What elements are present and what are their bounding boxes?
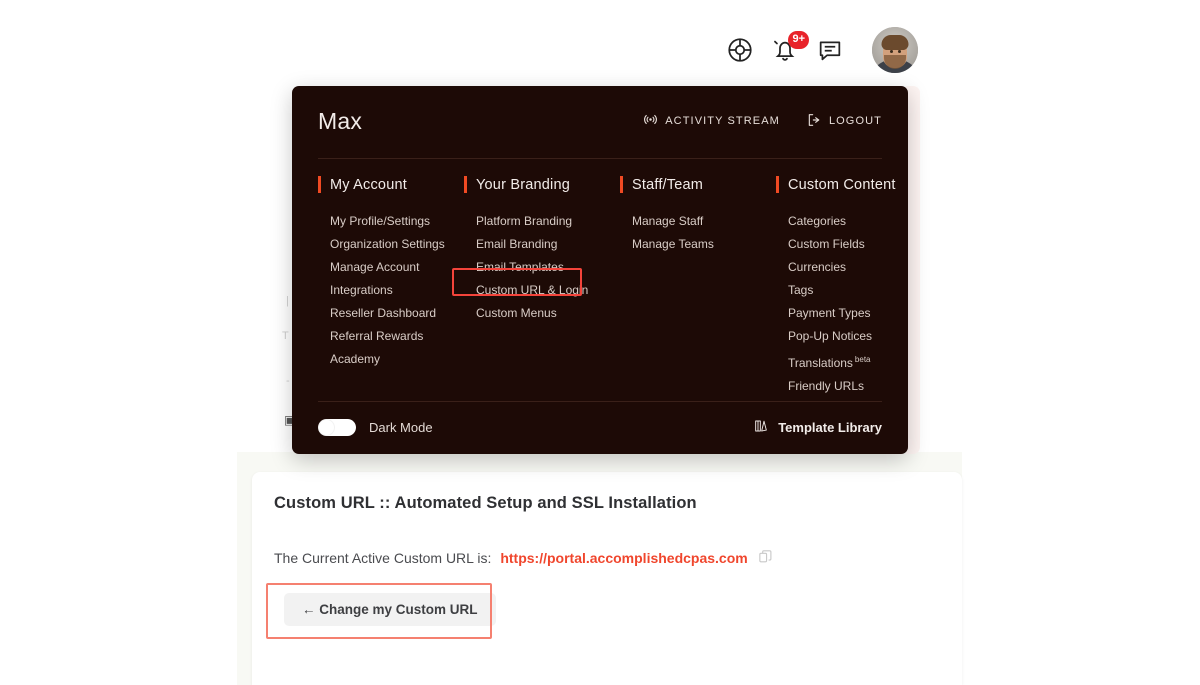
panel-header: Max ACTIVITY STREAM LOGOUT (292, 86, 908, 134)
menu-item-currencies[interactable]: Currencies (788, 256, 922, 279)
custom-url-card: Custom URL :: Automated Setup and SSL In… (252, 472, 962, 685)
activity-stream-label: ACTIVITY STREAM (665, 115, 780, 127)
background-fragment: - (286, 375, 290, 387)
dark-mode-toggle[interactable]: Dark Mode (318, 418, 433, 436)
menu-item-manage-staff[interactable]: Manage Staff (632, 210, 776, 233)
switch-knob (319, 419, 334, 435)
menu-item-reseller-dashboard[interactable]: Reseller Dashboard (330, 302, 464, 325)
accent-bar (318, 176, 321, 193)
user-avatar[interactable] (872, 27, 918, 73)
page-title: Custom URL :: Automated Setup and SSL In… (274, 494, 697, 512)
menu-item-my-profile-settings[interactable]: My Profile/Settings (330, 210, 464, 233)
menu-item-tags[interactable]: Tags (788, 279, 922, 302)
broadcast-icon (643, 112, 658, 130)
menu-item-pop-up-notices[interactable]: Pop-Up Notices (788, 325, 922, 348)
menu-item-translations[interactable]: Translations beta (788, 348, 922, 375)
panel-columns: My Account My Profile/Settings Organizat… (318, 176, 895, 398)
dark-mode-switch[interactable] (318, 418, 356, 436)
panel-footer: Dark Mode Template Library (318, 412, 882, 442)
menu-item-referral-rewards[interactable]: Referral Rewards (330, 325, 464, 348)
notification-count-badge: 9+ (788, 31, 809, 49)
dark-mode-label: Dark Mode (369, 419, 433, 435)
activity-stream-button[interactable]: ACTIVITY STREAM (643, 112, 780, 130)
menu-item-email-branding[interactable]: Email Branding (476, 233, 620, 256)
global-header-actions: 9+ (726, 27, 918, 73)
column-title: Custom Content (788, 176, 896, 193)
column-header: My Account (318, 176, 464, 193)
menu-column-your-branding: Your Branding Platform Branding Email Br… (464, 176, 620, 398)
menu-item-email-templates[interactable]: Email Templates (476, 256, 620, 279)
menu-list: Categories Custom Fields Currencies Tags… (776, 210, 922, 398)
menu-list: My Profile/Settings Organization Setting… (318, 210, 464, 371)
menu-item-categories[interactable]: Categories (788, 210, 922, 233)
column-header: Your Branding (464, 176, 620, 193)
column-title: Your Branding (476, 176, 570, 193)
logout-icon (806, 112, 822, 131)
accent-bar (464, 176, 467, 193)
menu-column-my-account: My Account My Profile/Settings Organizat… (318, 176, 464, 398)
column-header: Custom Content (776, 176, 922, 193)
active-url-value: https://portal.accomplishedcpas.com (500, 550, 748, 566)
menu-column-custom-content: Custom Content Categories Custom Fields … (776, 176, 922, 398)
column-title: Staff/Team (632, 176, 704, 193)
copy-icon[interactable] (757, 548, 774, 568)
logout-label: LOGOUT (828, 115, 882, 127)
account-user-name: Max (318, 107, 363, 134)
background-fragment: | (286, 295, 289, 307)
avatar-hair (881, 35, 909, 50)
menu-item-custom-fields[interactable]: Custom Fields (788, 233, 922, 256)
book-icon (753, 418, 769, 437)
active-url-label: The Current Active Custom URL is: (274, 550, 492, 566)
avatar-eye-left (890, 50, 893, 53)
change-custom-url-button[interactable]: ← Change my Custom URL (284, 593, 496, 626)
life-ring-icon[interactable] (726, 36, 754, 64)
panel-header-divider (318, 158, 882, 159)
menu-item-organization-settings[interactable]: Organization Settings (330, 233, 464, 256)
chat-bubble-icon[interactable] (816, 36, 844, 64)
template-library-label: Template Library (778, 419, 882, 435)
avatar-eye-right (898, 50, 901, 53)
menu-item-platform-branding[interactable]: Platform Branding (476, 210, 620, 233)
menu-item-manage-teams[interactable]: Manage Teams (632, 233, 776, 256)
menu-item-friendly-urls[interactable]: Friendly URLs (788, 375, 922, 398)
accent-bar (776, 176, 779, 193)
menu-item-translations-label: Translations (788, 356, 853, 370)
menu-item-custom-url-and-login[interactable]: Custom URL & Login (476, 279, 620, 302)
column-header: Staff/Team (620, 176, 776, 193)
menu-column-staff-team: Staff/Team Manage Staff Manage Teams (620, 176, 776, 398)
panel-header-actions: ACTIVITY STREAM LOGOUT (643, 112, 882, 131)
logout-button[interactable]: LOGOUT (806, 112, 882, 131)
menu-item-integrations[interactable]: Integrations (330, 279, 464, 302)
menu-item-manage-account[interactable]: Manage Account (330, 256, 464, 279)
background-fragment: T (282, 330, 289, 342)
beta-badge: beta (854, 355, 871, 364)
account-menu-panel: Max ACTIVITY STREAM LOGOUT My Account My… (292, 86, 908, 454)
menu-list: Manage Staff Manage Teams (620, 210, 776, 256)
column-title: My Account (330, 176, 407, 193)
menu-item-academy[interactable]: Academy (330, 348, 464, 371)
notifications-button[interactable]: 9+ (771, 31, 809, 64)
menu-item-payment-types[interactable]: Payment Types (788, 302, 922, 325)
active-custom-url-row: The Current Active Custom URL is: https:… (274, 548, 774, 568)
accent-bar (620, 176, 623, 193)
panel-footer-divider (318, 401, 882, 402)
template-library-button[interactable]: Template Library (753, 418, 882, 437)
menu-item-custom-menus[interactable]: Custom Menus (476, 302, 620, 325)
menu-list: Platform Branding Email Branding Email T… (464, 210, 620, 325)
